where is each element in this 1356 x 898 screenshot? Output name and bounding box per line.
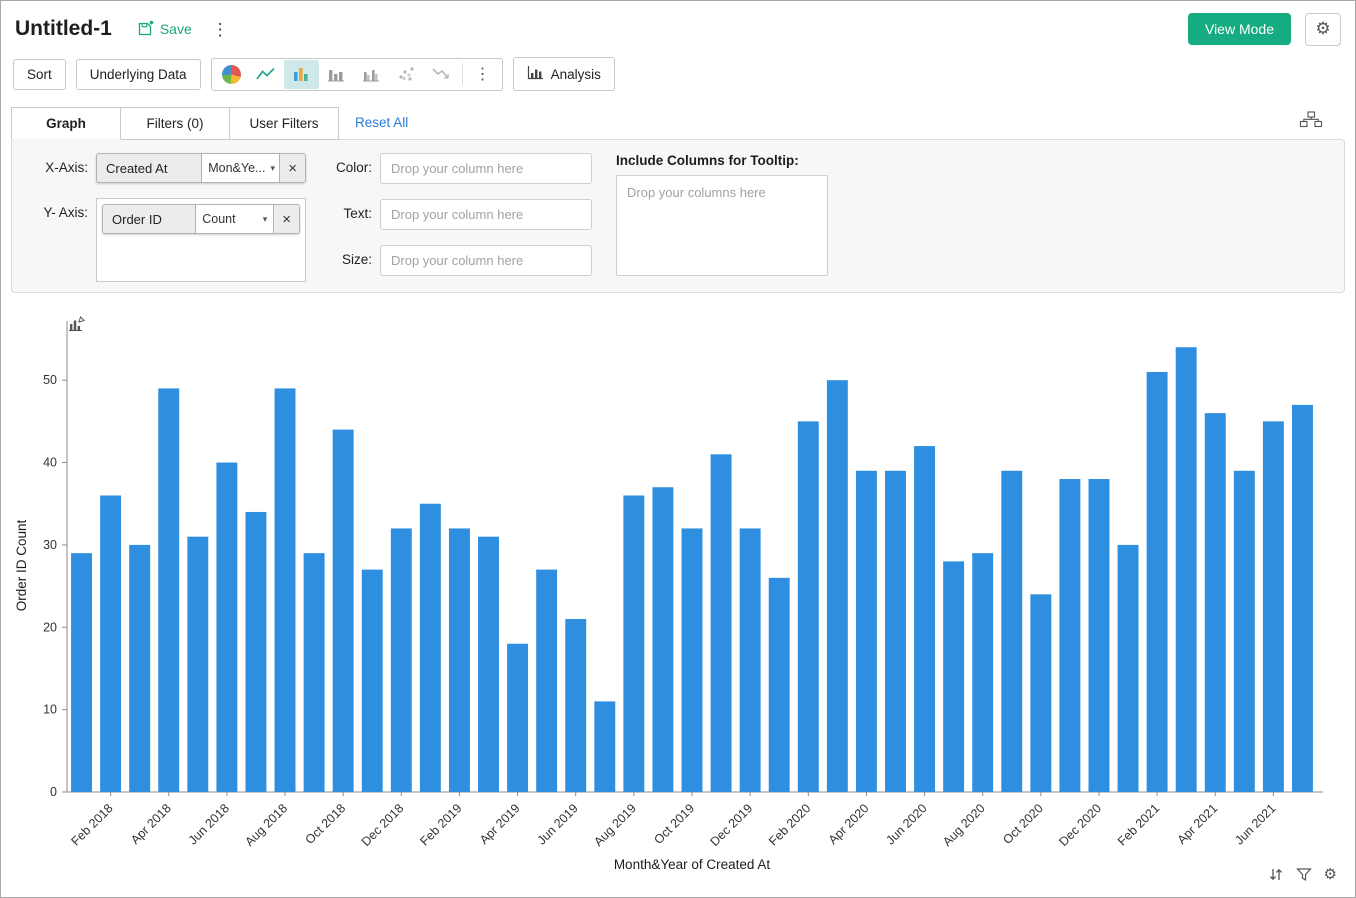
tooltip-columns-label: Include Columns for Tooltip: xyxy=(616,153,828,168)
y-axis-label: Y- Axis: xyxy=(20,198,88,220)
report-title: Untitled-1 xyxy=(15,17,112,41)
encoding-column: Color: Drop your column here Text: Drop … xyxy=(330,153,592,276)
color-placeholder: Drop your column here xyxy=(391,161,523,176)
x-axis-remove-icon[interactable]: × xyxy=(279,154,305,182)
svg-text:Aug 2018: Aug 2018 xyxy=(242,801,290,849)
svg-text:Aug 2020: Aug 2020 xyxy=(940,801,988,849)
svg-text:Month&Year of Created At: Month&Year of Created At xyxy=(614,857,771,872)
tab-filters[interactable]: Filters (0) xyxy=(120,107,230,140)
chart-sort-icon[interactable] xyxy=(1268,867,1284,882)
svg-text:Dec 2019: Dec 2019 xyxy=(708,801,756,849)
funnel-chart-icon[interactable] xyxy=(424,60,459,89)
hierarchy-icon[interactable] xyxy=(1299,111,1323,133)
stacked-bar-chart-icon[interactable] xyxy=(319,60,354,89)
settings-button[interactable]: ⚙ xyxy=(1305,13,1341,46)
svg-text:30: 30 xyxy=(43,538,57,552)
y-axis-remove-icon[interactable]: × xyxy=(273,205,299,233)
tab-user-filters[interactable]: User Filters xyxy=(229,107,339,140)
svg-text:Apr 2019: Apr 2019 xyxy=(477,801,523,847)
analysis-button[interactable]: Analysis xyxy=(513,57,615,91)
svg-text:Aug 2019: Aug 2019 xyxy=(591,801,639,849)
chart-toolbar: Sort Underlying Data xyxy=(1,53,1355,99)
app-window: Untitled-1 Save ⋮ View Mode ⚙ Sort Under… xyxy=(0,0,1356,898)
x-axis-label: X-Axis: xyxy=(20,153,88,175)
tooltip-column: Include Columns for Tooltip: Drop your c… xyxy=(616,153,828,276)
sort-button[interactable]: Sort xyxy=(13,59,66,90)
tab-bar: Graph Filters (0) User Filters Reset All xyxy=(1,107,1355,139)
svg-text:10: 10 xyxy=(43,703,57,717)
x-axis-field-pill[interactable]: Created At Mon&Ye... ▾ × xyxy=(96,153,306,183)
save-button[interactable]: Save xyxy=(138,20,192,39)
text-dropzone[interactable]: Drop your column here xyxy=(380,199,592,230)
scatter-chart-icon[interactable] xyxy=(389,60,424,89)
analysis-label: Analysis xyxy=(551,67,601,82)
view-mode-button[interactable]: View Mode xyxy=(1188,13,1291,45)
text-label: Text: xyxy=(330,199,372,221)
text-placeholder: Drop your column here xyxy=(391,207,523,222)
svg-text:Apr 2020: Apr 2020 xyxy=(826,801,872,847)
svg-text:Dec 2018: Dec 2018 xyxy=(359,801,407,849)
more-chart-types-icon[interactable]: ⋮ xyxy=(466,64,500,84)
y-axis-field-name: Order ID xyxy=(103,205,195,233)
x-axis-function-select[interactable]: Mon&Ye... ▾ xyxy=(201,154,279,182)
save-icon xyxy=(138,20,155,39)
svg-text:Feb 2019: Feb 2019 xyxy=(417,801,464,848)
top-header: Untitled-1 Save ⋮ View Mode ⚙ xyxy=(1,1,1355,53)
line-chart-icon[interactable] xyxy=(249,60,284,89)
tab-graph[interactable]: Graph xyxy=(11,107,121,140)
gear-icon: ⚙ xyxy=(1315,19,1330,39)
chart-type-group: ⋮ xyxy=(211,58,503,91)
svg-text:Order ID Count: Order ID Count xyxy=(14,519,29,611)
axis-config-column: X-Axis: Created At Mon&Ye... ▾ × Y- Axis… xyxy=(20,153,306,276)
y-axis-dropzone[interactable]: Order ID Count ▾ × xyxy=(96,198,306,282)
size-label: Size: xyxy=(330,245,372,267)
size-dropzone[interactable]: Drop your column here xyxy=(380,245,592,276)
tooltip-dropzone[interactable]: Drop your columns here xyxy=(616,175,828,276)
bar-chart-icon[interactable] xyxy=(284,60,319,89)
axis-settings-icon[interactable] xyxy=(67,315,88,337)
svg-text:40: 40 xyxy=(43,456,57,470)
analysis-icon xyxy=(527,65,544,83)
x-axis-field-name: Created At xyxy=(97,154,201,182)
y-axis-field-pill[interactable]: Order ID Count ▾ × xyxy=(102,204,300,234)
svg-text:Jun 2021: Jun 2021 xyxy=(1232,801,1278,847)
title-more-icon[interactable]: ⋮ xyxy=(206,21,235,38)
pie-chart-icon[interactable] xyxy=(214,60,249,89)
svg-text:Jun 2019: Jun 2019 xyxy=(535,801,581,847)
svg-text:20: 20 xyxy=(43,620,57,634)
chart-config-panel: X-Axis: Created At Mon&Ye... ▾ × Y- Axis… xyxy=(11,139,1345,293)
svg-text:0: 0 xyxy=(50,785,57,799)
grouped-bar-chart-icon[interactable] xyxy=(354,60,389,89)
color-label: Color: xyxy=(330,153,372,175)
chart-area: 01020304050Feb 2018Apr 2018Jun 2018Aug 2… xyxy=(13,299,1343,891)
y-axis-function-value: Count xyxy=(202,212,235,226)
svg-text:Feb 2021: Feb 2021 xyxy=(1115,801,1162,848)
svg-text:Apr 2021: Apr 2021 xyxy=(1175,801,1221,847)
svg-text:Feb 2020: Feb 2020 xyxy=(766,801,813,848)
svg-text:Feb 2018: Feb 2018 xyxy=(68,801,115,848)
underlying-data-button[interactable]: Underlying Data xyxy=(76,59,201,90)
save-label: Save xyxy=(160,21,192,37)
svg-text:50: 50 xyxy=(43,373,57,387)
chevron-down-icon: ▾ xyxy=(270,163,275,174)
svg-text:Oct 2019: Oct 2019 xyxy=(651,801,697,847)
chevron-down-icon: ▾ xyxy=(263,214,268,225)
svg-text:Dec 2020: Dec 2020 xyxy=(1056,801,1104,849)
tooltip-placeholder: Drop your columns here xyxy=(627,185,766,200)
chart-filter-icon[interactable] xyxy=(1296,867,1312,882)
svg-text:Apr 2018: Apr 2018 xyxy=(128,801,174,847)
bar-chart[interactable]: 01020304050Feb 2018Apr 2018Jun 2018Aug 2… xyxy=(13,299,1345,877)
chart-settings-icon[interactable]: ⚙ xyxy=(1324,865,1337,883)
svg-text:Jun 2020: Jun 2020 xyxy=(883,801,929,847)
svg-text:Oct 2020: Oct 2020 xyxy=(1000,801,1046,847)
reset-all-link[interactable]: Reset All xyxy=(355,115,408,130)
chart-tools: ⚙ xyxy=(1268,865,1337,883)
size-placeholder: Drop your column here xyxy=(391,253,523,268)
svg-text:Oct 2018: Oct 2018 xyxy=(303,801,349,847)
svg-text:Jun 2018: Jun 2018 xyxy=(186,801,232,847)
y-axis-function-select[interactable]: Count ▾ xyxy=(195,205,273,233)
x-axis-function-value: Mon&Ye... xyxy=(208,161,265,175)
color-dropzone[interactable]: Drop your column here xyxy=(380,153,592,184)
